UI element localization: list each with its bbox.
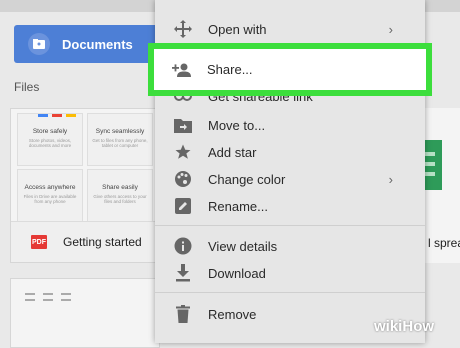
color-bar (38, 114, 86, 117)
menu-item-label: Open with (208, 21, 267, 37)
document-lines-icon (25, 293, 71, 301)
thumbnail-desc: Files in Drive are available from any ph… (23, 194, 77, 204)
menu-item-share[interactable]: Share... (148, 43, 432, 96)
wikihow-watermark: wikiHow (374, 318, 434, 335)
menu-item-rename[interactable]: Rename... (155, 193, 425, 219)
download-icon (173, 263, 193, 283)
menu-item-label: Add star (208, 144, 257, 160)
thumbnail-title: Sync seamlessly (95, 128, 145, 135)
spreadsheet-file-name: l spread (428, 236, 460, 250)
file-card-getting-started[interactable]: Store safely Store photos, videos, docum… (10, 108, 160, 263)
folder-person-icon (28, 33, 50, 55)
thumbnail-title: Access anywhere (24, 184, 76, 191)
pencil-icon (173, 196, 193, 216)
menu-item-label: Move to... (208, 117, 266, 133)
menu-item-label: View details (208, 238, 278, 254)
thumbnail-sync-seamlessly: Sync seamlessly Get to files from any ph… (87, 113, 153, 166)
chevron-right-icon: › (388, 171, 393, 187)
move-icon (173, 19, 193, 39)
file-card-document[interactable] (10, 278, 160, 348)
menu-item-change-color[interactable]: Change color › (155, 166, 425, 192)
watermark-wiki: wiki (374, 318, 403, 335)
documents-label: Documents (62, 36, 133, 52)
menu-item-label: Share... (207, 62, 253, 77)
thumbnail-desc: Get to files from any phone, tablet or c… (92, 138, 148, 148)
menu-divider (155, 225, 425, 226)
file-card-footer: PDF Getting started (11, 221, 159, 262)
menu-item-label: Change color (208, 171, 286, 187)
thumbnail-title: Store safely (32, 128, 68, 135)
menu-item-view-details[interactable]: View details (155, 233, 425, 259)
info-icon (173, 236, 193, 256)
watermark-how: How (402, 318, 435, 335)
trash-icon (173, 304, 193, 324)
menu-item-label: Download (208, 265, 266, 281)
menu-item-open-with[interactable]: Open with › (155, 16, 425, 42)
menu-item-download[interactable]: Download (155, 260, 425, 286)
thumbnail-share-easily: Share easily Give others access to your … (87, 169, 153, 222)
menu-item-add-star[interactable]: Add star (155, 139, 425, 165)
add-person-icon (172, 60, 192, 80)
menu-divider (155, 292, 425, 293)
pdf-icon: PDF (31, 235, 47, 249)
thumbnail-title: Share easily (102, 184, 138, 191)
thumbnail-desc: Give others access to your files and fol… (93, 194, 147, 204)
menu-item-label: Remove (208, 306, 257, 322)
thumbnail-store-safely: Store safely Store photos, videos, docum… (17, 113, 83, 166)
file-name: Getting started (63, 235, 142, 249)
thumbnail-desc: Store photos, videos, documents and more (28, 138, 72, 148)
file-thumbnail: Store safely Store photos, videos, docum… (17, 113, 153, 223)
palette-icon (173, 169, 193, 189)
menu-item-label: Rename... (208, 198, 268, 214)
menu-item-move-to[interactable]: Move to... (155, 112, 425, 138)
documents-folder-button[interactable]: Documents (14, 25, 160, 63)
star-icon (173, 142, 193, 162)
thumbnail-access-anywhere: Access anywhere Files in Drive are avail… (17, 169, 83, 222)
folder-move-icon (173, 115, 193, 135)
chevron-right-icon: › (388, 21, 393, 37)
files-section-heading: Files (14, 80, 40, 94)
